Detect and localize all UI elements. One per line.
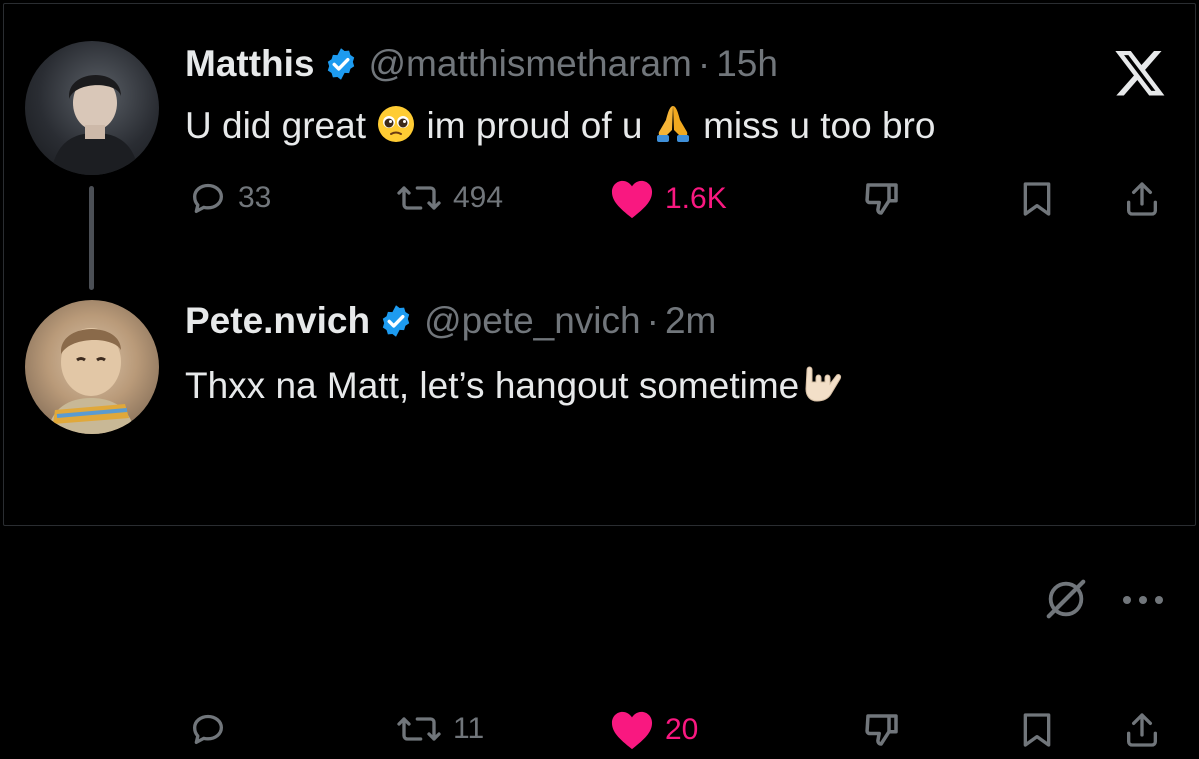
like-button[interactable]: 1.6K (609, 178, 727, 220)
bookmark-button[interactable] (1017, 709, 1057, 751)
separator-dot: · (646, 300, 659, 341)
avatar[interactable] (25, 41, 159, 175)
like-count: 20 (665, 713, 699, 746)
heart-filled-icon (609, 709, 655, 751)
like-button[interactable]: 20 (609, 709, 698, 751)
bookmark-icon (1017, 709, 1057, 751)
dislike-button[interactable] (861, 178, 903, 220)
repost-count: 11 (453, 712, 485, 745)
reply-icon (188, 178, 228, 218)
verified-badge-icon (323, 46, 359, 82)
reply-icon (188, 709, 228, 749)
separator-dot: · (697, 43, 711, 84)
share-icon (1122, 709, 1162, 751)
reply-button[interactable]: 33 (188, 178, 271, 218)
reply-button[interactable] (188, 709, 238, 749)
author-name[interactable]: Matthis (185, 42, 315, 86)
heart-filled-icon (609, 178, 655, 220)
tweet-text-part: miss u too bro (692, 105, 936, 146)
love-you-gesture-emoji-icon (799, 360, 845, 404)
pleading-face-emoji-icon (376, 104, 416, 144)
like-count: 1.6K (665, 182, 727, 215)
repost-icon (395, 709, 443, 749)
dislike-button[interactable] (861, 709, 903, 751)
grok-icon[interactable] (1043, 576, 1089, 627)
tweet-time[interactable]: 15h (716, 42, 778, 86)
author-name[interactable]: Pete.nvich (185, 299, 370, 343)
repost-button[interactable]: 494 (395, 178, 503, 218)
repost-count: 494 (453, 181, 504, 214)
tweet-header: Matthis @matthismetharam · 15h (185, 42, 778, 86)
author-handle[interactable]: @matthismetharam (369, 42, 692, 86)
folded-hands-emoji-icon (653, 102, 693, 144)
tweet-header: Pete.nvich @pete_nvich · 2m (185, 299, 716, 343)
more-options-icon[interactable] (1120, 593, 1166, 611)
bookmark-button[interactable] (1017, 178, 1057, 220)
tweet-actions: 33 494 1.6K (0, 178, 1199, 228)
tweet-matthis[interactable]: Matthis @matthismetharam · 15h U did gre… (0, 0, 1199, 265)
x-logo-icon[interactable] (1111, 45, 1169, 103)
repost-button[interactable]: 11 (395, 709, 484, 749)
author-handle[interactable]: @pete_nvich (424, 299, 641, 343)
thumbs-down-icon (861, 709, 903, 751)
share-button[interactable] (1122, 178, 1162, 220)
avatar[interactable] (25, 300, 159, 434)
repost-icon (395, 178, 443, 218)
tweet-text: Thxx na Matt, let’s hangout sometime (185, 360, 845, 408)
thumbs-down-icon (861, 178, 903, 220)
reply-count: 33 (238, 181, 272, 214)
bookmark-icon (1017, 178, 1057, 220)
tweet-actions: 11 20 (0, 709, 1199, 759)
share-icon (1122, 178, 1162, 220)
tweet-time[interactable]: 2m (665, 299, 716, 343)
tweet-text-part: im proud of u (416, 105, 653, 146)
share-button[interactable] (1122, 709, 1162, 751)
tweet-text-part: U did great (185, 105, 377, 146)
tweet-text-part: Thxx na Matt, let’s hangout sometime (185, 365, 800, 406)
verified-badge-icon (378, 303, 414, 339)
tweet-text: U did great im proud of u miss u too bro (185, 102, 935, 148)
